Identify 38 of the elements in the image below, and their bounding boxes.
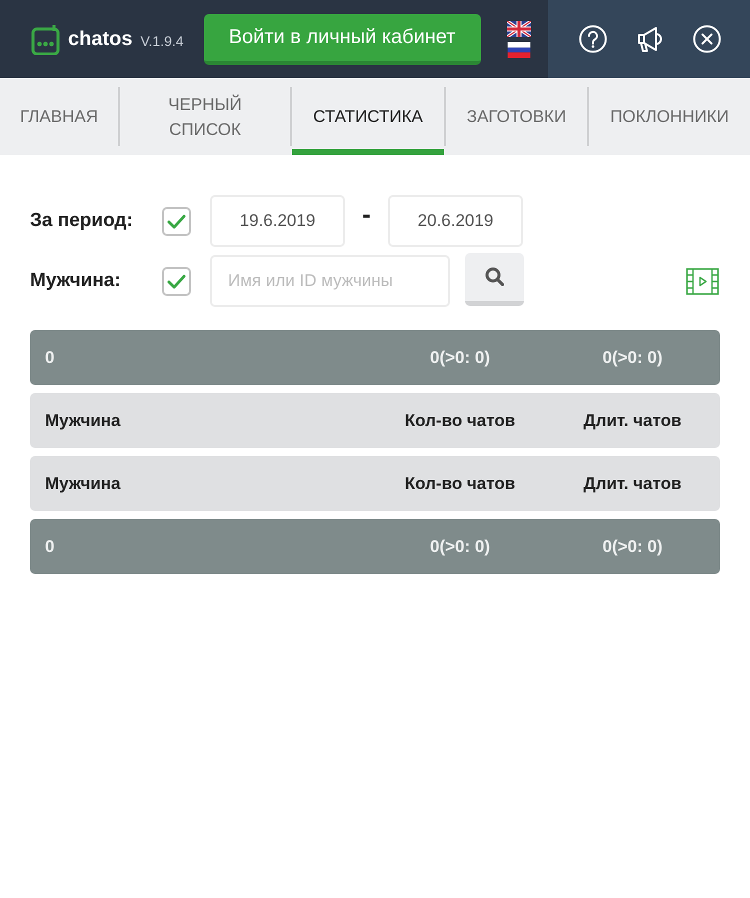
- table-cell-text: 0(>0: 0): [602, 536, 664, 556]
- table-cell-text: 0(>0: 0): [429, 348, 491, 368]
- tab[interactable]: ПОКЛОННИКИ: [589, 78, 750, 155]
- film-icon[interactable]: [686, 268, 719, 294]
- table-cell-text: Мужчина: [45, 474, 122, 494]
- table-cell-text: Длит. чатов: [582, 474, 682, 494]
- date-field[interactable]: 19.6.2019: [210, 195, 345, 247]
- table-cell-text: Кол-во чатов: [404, 474, 516, 494]
- checkbox[interactable]: [162, 206, 191, 236]
- chat-logo-icon: [31, 24, 60, 54]
- range-dash: -: [361, 198, 372, 230]
- help-icon[interactable]: [579, 25, 607, 53]
- search-field[interactable]: Имя или ID мужчины: [210, 255, 450, 307]
- version-label: V.1.9.4: [140, 32, 184, 48]
- date-field[interactable]: 20.6.2019: [388, 195, 523, 247]
- close-icon[interactable]: [693, 25, 721, 53]
- megaphone-icon[interactable]: [636, 25, 664, 53]
- tab[interactable]: ЧЕРНЫЙ СПИСОК: [120, 78, 290, 155]
- app-name: chatos: [68, 28, 132, 50]
- table-cell-text: Длит. чатов: [582, 410, 682, 430]
- table-cell-text: 0: [45, 348, 56, 368]
- tab[interactable]: ГЛАВНАЯ: [0, 78, 118, 155]
- check-icon: [167, 212, 186, 230]
- search-button[interactable]: [465, 252, 524, 306]
- filter-label: Мужчина:: [30, 270, 122, 292]
- search-icon: [485, 267, 504, 286]
- russian-flag-icon[interactable]: [506, 42, 531, 58]
- table-cell-text: 0(>0: 0): [429, 536, 491, 556]
- login-button[interactable]: Войти в личный кабинет: [204, 14, 481, 64]
- tab[interactable]: ЗАГОТОВКИ: [446, 78, 587, 155]
- filter-label: За период:: [30, 210, 134, 232]
- check-icon: [167, 272, 186, 290]
- table-cell-text: Кол-во чатов: [404, 410, 516, 430]
- table-cell-text: 0: [45, 536, 56, 556]
- table-cell-text: Мужчина: [45, 410, 122, 430]
- british-flag-icon[interactable]: [506, 20, 531, 36]
- checkbox[interactable]: [162, 266, 191, 296]
- table-cell-text: 0(>0: 0): [602, 348, 664, 368]
